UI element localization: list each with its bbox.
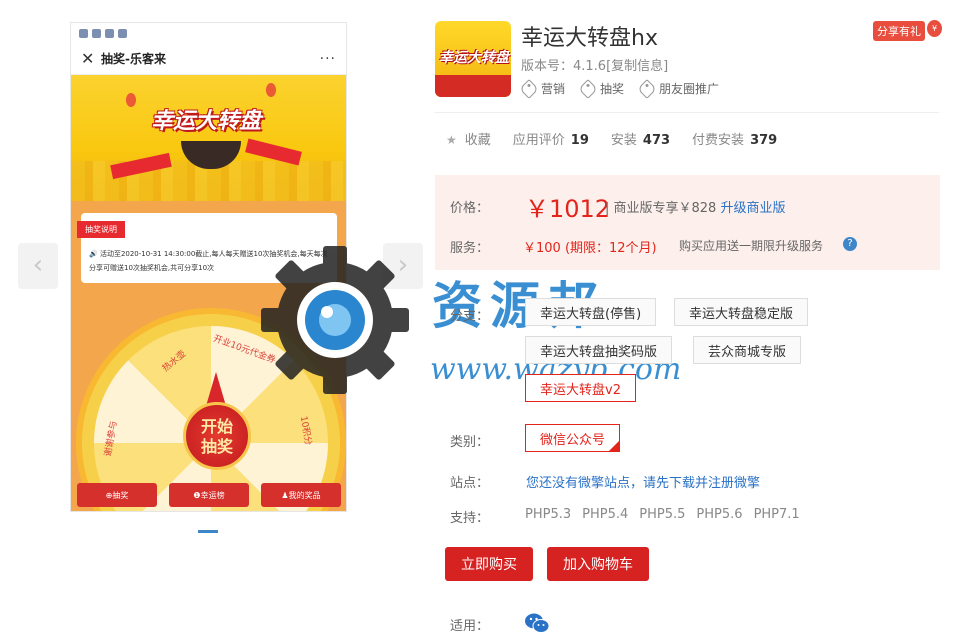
site-label: 站点： (450, 476, 490, 491)
app-title: 幸运大转盘hx (521, 26, 658, 51)
balloon-decoration (126, 93, 136, 107)
tab-lottery[interactable]: ⊕抽奖 (77, 483, 157, 507)
tag-label: 抽奖 (600, 82, 625, 96)
paid-install-label: 付费安装 (692, 133, 745, 148)
share-gift-badge[interactable]: 分享有礼 (873, 21, 925, 41)
status-icon (79, 28, 88, 38)
phone-status-bar (71, 23, 346, 43)
tag-label: 朋友圈推广 (659, 82, 720, 96)
tag-icon (578, 78, 598, 99)
category-label: 类别： (450, 435, 490, 450)
applicable-label: 适用： (450, 619, 490, 634)
price-box: 价格： ￥1012 | 商业版专享￥828 升级商业版 服务： ￥100 (期限… (435, 175, 940, 270)
tag-moments[interactable]: 朋友圈推广 (637, 78, 720, 99)
paid-install-value: 379 (750, 133, 778, 148)
tag-label: 营销 (541, 82, 566, 96)
wechat-icon (525, 613, 550, 633)
prev-screenshot-arrow[interactable]: ‹ (18, 243, 58, 289)
divider (435, 112, 939, 113)
service-description: 购买应用送一期限升级服务 (679, 239, 824, 253)
start-lottery-button[interactable]: 开始 抽奖 (183, 402, 251, 470)
help-icon[interactable]: ? (843, 237, 857, 251)
business-price-text: | 商业版专享￥828 (605, 201, 717, 216)
status-icon (118, 28, 127, 38)
app-icon-bar (435, 75, 511, 97)
php-version-list: PHP5.3 PHP5.4 PHP5.5 PHP5.6 PHP7.1 (525, 507, 800, 522)
tab-my-prizes[interactable]: ♟我的奖品 (261, 483, 341, 507)
app-icon-text: 幸运大转盘 (439, 50, 509, 66)
app-icon: 幸运大转盘 (435, 21, 511, 97)
php-version: PHP7.1 (753, 507, 800, 522)
rating-label: 应用评价 (512, 133, 565, 148)
category-option-selected[interactable]: 微信公众号 (525, 424, 621, 452)
support-label: 支持： (450, 511, 490, 526)
more-icon: ··· (319, 50, 336, 67)
php-version: PHP5.4 (582, 507, 629, 522)
status-icon (92, 28, 101, 38)
upgrade-business-link[interactable]: 升级商业版 (720, 201, 785, 216)
lottery-banner: 幸运大转盘 (71, 75, 346, 201)
gallery-page-indicator[interactable] (198, 530, 218, 533)
balloon-decoration (266, 83, 276, 97)
branch-option[interactable]: 幸运大转盘(停售) (525, 298, 657, 326)
watermark-gear-icon (261, 246, 409, 394)
branch-option[interactable]: 幸运大转盘抽奖码版 (525, 336, 673, 364)
business-price-info: | 商业版专享￥828 升级商业版 (605, 197, 785, 216)
wechat-page-title: 抽奖-乐客来 (101, 52, 166, 66)
branch-option[interactable]: 幸运大转盘稳定版 (674, 298, 809, 326)
app-stats: ★ 收藏 应用评价 19 安装 473 付费安装 379 (446, 129, 777, 148)
price-value: ￥1012 (525, 195, 611, 223)
star-icon: ★ (446, 133, 457, 147)
install-stat: 安装 473 (611, 129, 670, 148)
favorite-label: 收藏 (464, 133, 491, 148)
tag-marketing[interactable]: 营销 (519, 78, 566, 99)
close-icon: ✕ (81, 49, 95, 68)
wechat-header: ✕ 抽奖-乐客来 ··· (71, 43, 346, 75)
tag-icon (519, 78, 539, 99)
notice-text-prefix: 🔊 活动至2020-10-31 14:30:00截止, (89, 250, 212, 258)
favorite-button[interactable]: ★ 收藏 (446, 129, 491, 148)
download-weiqing-link[interactable]: 您还没有微擎站点，请先下载并注册微擎 (526, 472, 760, 491)
branch-option-selected[interactable]: 幸运大转盘v2 (525, 374, 636, 402)
php-version: PHP5.6 (696, 507, 743, 522)
tag-icon (637, 78, 657, 99)
app-version[interactable]: 版本号：4.1.6[复制信息] (521, 55, 668, 74)
price-label: 价格： (450, 201, 490, 216)
add-to-cart-button[interactable]: 加入购物车 (547, 547, 649, 581)
paid-install-stat: 付费安装 379 (692, 129, 777, 148)
service-label: 服务： (450, 241, 490, 256)
rating-stat[interactable]: 应用评价 19 (513, 129, 589, 148)
buy-now-button[interactable]: 立即购买 (445, 547, 533, 581)
rating-value: 19 (570, 133, 589, 148)
branch-option[interactable]: 芸众商城专版 (693, 336, 802, 364)
install-label: 安装 (610, 133, 637, 148)
wheel-pointer (206, 372, 226, 406)
php-version: PHP5.3 (525, 507, 572, 522)
start-button-line1: 开始 (200, 417, 233, 436)
php-version: PHP5.5 (639, 507, 686, 522)
phone-bottom-tabs: ⊕抽奖 ❶幸运榜 ♟我的奖品 (77, 483, 341, 507)
app-tags: 营销 抽奖 朋友圈推广 (519, 78, 720, 99)
service-price: ￥100 (期限：12个月) (523, 241, 657, 256)
tag-lottery[interactable]: 抽奖 (578, 78, 625, 99)
install-value: 473 (642, 133, 671, 148)
banner-logo: 幸运大转盘 (151, 109, 262, 134)
red-envelope-icon[interactable]: ¥ (927, 20, 942, 37)
tab-lucky-rank[interactable]: ❶幸运榜 (169, 483, 249, 507)
start-button-line2: 抽奖 (200, 437, 233, 456)
status-icon (105, 28, 114, 38)
branch-label: 分支： (450, 309, 490, 324)
notice-tag: 抽奖说明 (77, 221, 125, 238)
